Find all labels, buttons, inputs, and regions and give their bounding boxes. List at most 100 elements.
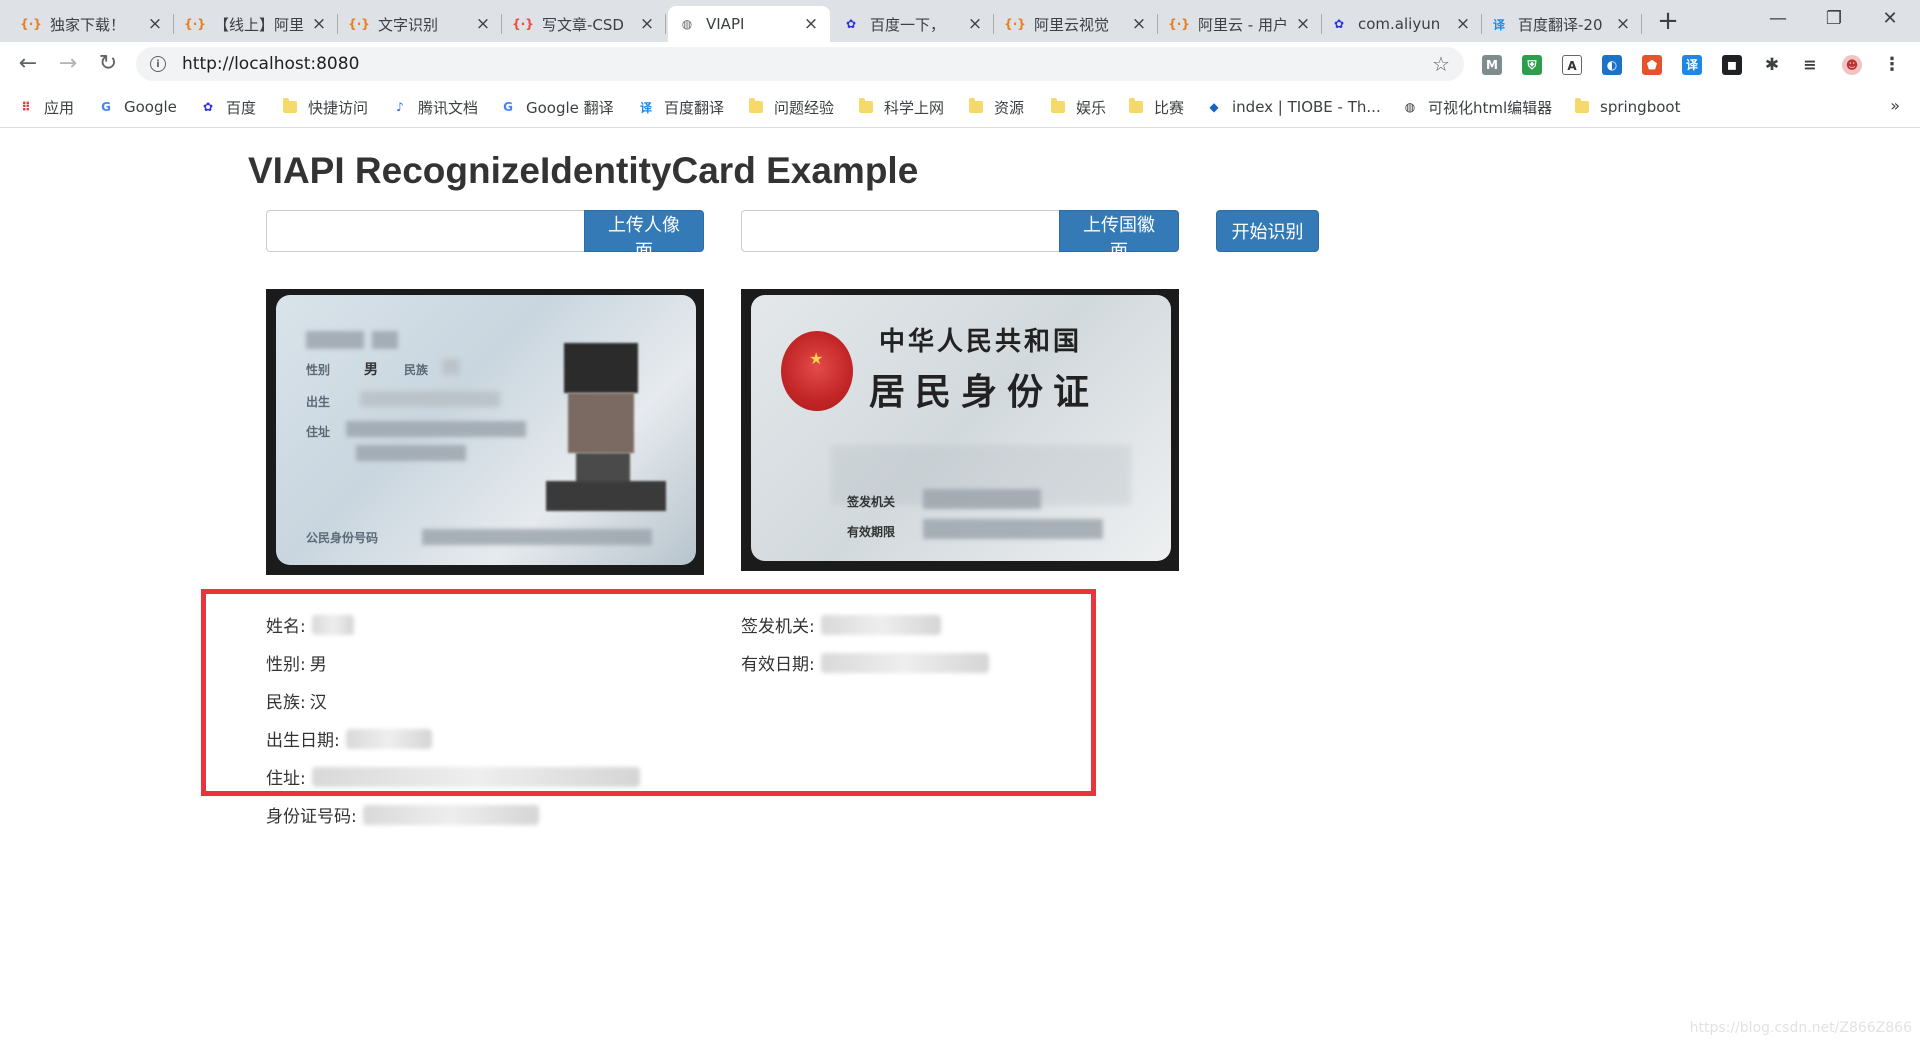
bookmark-item[interactable]: ◍ 可视化html编辑器 — [1402, 96, 1552, 118]
bookmark-item[interactable]: 译百度翻译 — [638, 96, 724, 118]
card-country-title: 中华人民共和国 — [879, 327, 1083, 357]
red-extension-icon[interactable]: ⬟ — [1642, 55, 1662, 75]
tab-8[interactable]: {·} 阿里云 - 用户 × — [1160, 6, 1322, 42]
emblem-upload-group: 上传国徽面 — [741, 210, 1179, 262]
blurred-name-2 — [372, 331, 398, 349]
emblem-file-input[interactable] — [741, 210, 1059, 252]
blurred-issuer — [923, 489, 1041, 509]
folder-shape — [969, 98, 983, 113]
tab-6[interactable]: ✿ 百度一下， × — [832, 6, 994, 42]
tab-9[interactable]: ✿ com.aliyun × — [1320, 6, 1482, 42]
close-tab-icon[interactable]: × — [1130, 14, 1148, 34]
bookmark-label: index | TIOBE - Th... — [1232, 98, 1381, 116]
tab-title: 百度翻译-20 — [1518, 15, 1603, 34]
bookmark-item[interactable]: ✿ 百度 — [200, 96, 256, 118]
menu-dots-icon[interactable]: ⋮ — [1882, 55, 1902, 75]
tab-title: 阿里云视觉 — [1034, 15, 1110, 34]
font-extension-icon[interactable]: A — [1562, 55, 1582, 75]
bookmark-item[interactable]: G Google 翻译 — [500, 96, 614, 118]
bookmark-item[interactable]: ◆ index | TIOBE - Th... — [1206, 96, 1381, 118]
watermark: https://blog.csdn.net/Z866Z866 — [1689, 1020, 1912, 1036]
blurred-address-2 — [356, 445, 466, 461]
translate-extension-icon[interactable]: 译 — [1682, 55, 1702, 75]
close-tab-icon[interactable]: × — [146, 14, 164, 34]
bookmark-item[interactable]: 比赛 — [1128, 96, 1184, 118]
bookmark-item[interactable]: ♪ 腾讯文档 — [392, 96, 478, 118]
bookmark-label: Google — [124, 98, 177, 116]
new-tab-button[interactable]: + — [1650, 6, 1686, 36]
site-info-icon[interactable]: i — [150, 56, 166, 72]
shield-extension-icon[interactable]: ⛨ — [1522, 55, 1542, 75]
tencent-docs-icon: ♪ — [396, 100, 404, 114]
tab-10[interactable]: 译百度翻译-20 × — [1480, 6, 1642, 42]
tab-title: 独家下载！ — [50, 15, 126, 34]
globe-icon: ◍ — [681, 17, 693, 31]
close-window-button[interactable]: ✕ — [1862, 0, 1918, 38]
bookmark-label: 应用 — [44, 98, 75, 117]
folder-icon — [1050, 98, 1066, 115]
close-tab-icon[interactable]: × — [1454, 14, 1472, 34]
portrait-face — [568, 393, 634, 453]
result-ethnicity: 民族: 汉 — [266, 688, 327, 713]
result-validity: 有效日期: — [741, 650, 989, 675]
bookmark-item[interactable]: 资源 — [968, 96, 1024, 118]
close-tab-icon[interactable]: × — [310, 14, 328, 34]
folder-icon — [1128, 98, 1144, 115]
back-button[interactable]: ← — [12, 48, 44, 80]
tab-title: 写文章-CSD — [542, 15, 624, 34]
browser-extension-icon[interactable]: ◐ — [1602, 55, 1622, 75]
blurred-validity — [923, 519, 1103, 539]
close-tab-icon[interactable]: × — [1294, 14, 1312, 34]
bookmark-label: 科学上网 — [884, 98, 945, 117]
tab-separator — [337, 14, 338, 34]
translate-icon: 译 — [1492, 17, 1505, 32]
bookmark-star-icon[interactable]: ☆ — [1426, 52, 1456, 76]
card-issuer-label: 签发机关 — [847, 495, 896, 509]
bookmark-label: 百度 — [226, 98, 257, 117]
tab-3[interactable]: {·} 文字识别 × — [340, 6, 502, 42]
bookmark-item[interactable]: 问题经验 — [748, 96, 834, 118]
close-tab-icon[interactable]: × — [474, 14, 492, 34]
reading-list-icon[interactable]: ≡ — [1800, 55, 1820, 75]
minimize-button[interactable]: — — [1750, 0, 1806, 38]
tab-4[interactable]: {·} 写文章-CSD × — [504, 6, 666, 42]
restore-button[interactable]: ❐ — [1806, 0, 1862, 38]
tab-5[interactable]: ◍ VIAPI × — [668, 6, 830, 42]
close-tab-icon[interactable]: × — [638, 14, 656, 34]
result-name: 姓名: — [266, 612, 354, 637]
gmail-checker-extension-icon[interactable]: M — [1482, 55, 1502, 75]
tab-2[interactable]: {·} 【线上】阿里 × — [176, 6, 338, 42]
bookmark-item[interactable]: 快捷访问 — [282, 96, 368, 118]
bookmark-item[interactable]: G Google — [98, 96, 177, 118]
start-recognize-button[interactable]: 开始识别 — [1216, 210, 1319, 252]
upload-emblem-button[interactable]: 上传国徽面 — [1059, 210, 1179, 262]
tab-1[interactable]: {·} 独家下载！ × — [12, 6, 174, 42]
tab-title: 【线上】阿里 — [214, 15, 305, 34]
recognition-results-box: 姓名: 性别: 男 民族: 汉 出生日期: 住址: 身份证号码: 签发机关: 有… — [201, 589, 1096, 827]
close-tab-icon[interactable]: × — [1614, 14, 1632, 34]
address-bar[interactable]: i http://localhost:8080 ☆ — [136, 47, 1464, 81]
bookmark-label: 资源 — [994, 98, 1025, 117]
close-tab-icon[interactable]: × — [966, 14, 984, 34]
tab-7[interactable]: {·} 阿里云视觉 × — [996, 6, 1158, 42]
forward-button[interactable]: → — [52, 48, 84, 80]
close-tab-icon[interactable]: × — [802, 14, 820, 34]
tab-separator — [501, 14, 502, 34]
bookmark-item[interactable]: 科学上网 — [858, 96, 944, 118]
bookmark-item[interactable]: 娱乐 — [1050, 96, 1106, 118]
profile-avatar-icon[interactable]: ☻ — [1842, 55, 1862, 75]
result-gender-label: 性别: — [266, 655, 306, 675]
face-file-input[interactable] — [266, 210, 584, 252]
bookmarks-overflow-icon[interactable]: » — [1890, 96, 1900, 115]
card-id-label: 公民身份号码 — [306, 531, 379, 545]
blurred-ethnic — [442, 359, 460, 375]
extensions-puzzle-icon[interactable]: ✱ — [1762, 55, 1782, 75]
reload-button[interactable]: ↻ — [92, 48, 124, 80]
upload-face-button[interactable]: 上传人像面 — [584, 210, 704, 262]
bookmark-item[interactable]: ⠿ 应用 — [18, 96, 74, 118]
page-title: VIAPI RecognizeIdentityCard Example — [248, 150, 919, 191]
game-extension-icon[interactable]: ◼ — [1722, 55, 1742, 75]
blurred-name — [306, 331, 364, 349]
url-text[interactable]: http://localhost:8080 — [182, 54, 1426, 74]
bookmark-item[interactable]: springboot — [1574, 96, 1680, 118]
